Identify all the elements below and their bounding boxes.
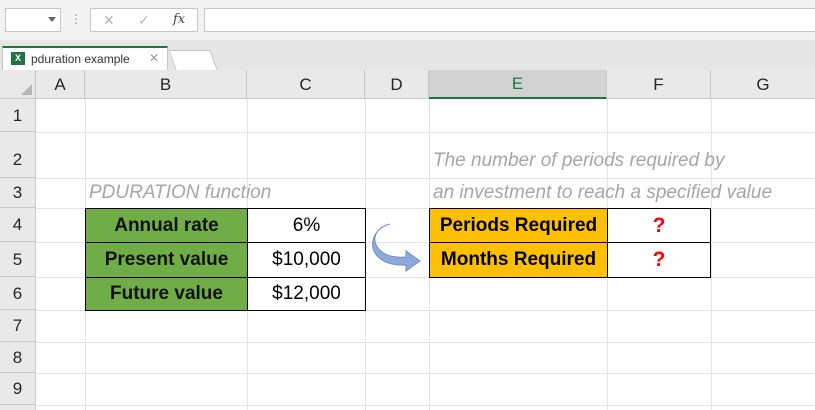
gridline [36,342,815,343]
output-label-cell[interactable]: Periods Required [429,208,608,243]
input-value-cell[interactable]: 6% [247,208,366,243]
question-mark: ? [652,248,666,271]
row-header-label: 3 [12,183,23,202]
input-value-cell[interactable]: $12,000 [247,277,366,311]
row-header-label: 5 [12,250,23,269]
row-header-label: 6 [12,284,23,303]
column-header-label: A [54,75,66,94]
input-label-cell[interactable]: Present value [85,242,248,278]
row-header-label: 7 [12,316,23,335]
formula-buttons: ✕ ✓ fx [90,8,198,32]
row-header-8[interactable]: 8 [0,342,36,373]
gridline [36,178,815,179]
more-options-icon[interactable]: ⋮ [70,11,82,27]
chevron-down-icon[interactable] [48,17,56,22]
select-all-corner[interactable] [0,70,36,99]
column-header-label: F [653,75,664,94]
column-header-f[interactable]: F [607,70,711,99]
select-all-triangle-icon [21,84,32,95]
description-line-1: The number of periods required by [433,150,725,171]
column-header-d[interactable]: D [365,70,429,99]
input-label-cell[interactable]: Future value [85,277,248,311]
cancel-icon[interactable]: ✕ [103,12,115,28]
spreadsheet-grid: A B C D E F G 1 2 3 4 5 6 7 8 9 PDURATIO… [0,70,815,410]
gridline [36,405,815,406]
column-header-label: G [756,75,770,94]
new-tab-button[interactable] [168,50,218,70]
row-header-4[interactable]: 4 [0,208,36,242]
row-header-7[interactable]: 7 [0,310,36,342]
column-header-label: E [511,74,524,93]
name-box[interactable] [5,8,61,32]
function-subtitle: PDURATION function [89,182,272,203]
column-header-label: C [299,75,312,94]
row-header-label: 1 [12,106,23,125]
row-header-10[interactable] [0,405,36,410]
gridline [36,373,815,374]
gridline [711,99,712,410]
row-header-label: 9 [12,379,23,398]
row-header-5[interactable]: 5 [0,242,36,277]
column-header-b[interactable]: B [85,70,247,99]
row-header-9[interactable]: 9 [0,373,36,405]
input-value-cell[interactable]: $10,000 [247,242,366,278]
row-header-6[interactable]: 6 [0,277,36,310]
excel-file-icon: X [11,52,25,65]
enter-icon[interactable]: ✓ [138,12,150,28]
row-header-1[interactable]: 1 [0,99,36,132]
workbook-tab-bar: X pduration example ✕ [0,40,815,70]
workbook-tab[interactable]: X pduration example ✕ [2,46,168,70]
column-header-label: B [159,75,172,94]
column-header-e[interactable]: E [429,70,607,99]
curved-arrow-icon [372,223,421,272]
row-header-label: 4 [12,215,23,234]
row-header-3[interactable]: 3 [0,178,36,208]
gridline [36,132,815,133]
description-line-2: an investment to reach a specified value [433,182,773,203]
input-label-cell[interactable]: Annual rate [85,208,248,243]
column-header-label: D [390,75,403,94]
row-header-2[interactable]: 2 [0,132,36,178]
output-value-cell[interactable]: ? [607,242,711,278]
row-header-label: 8 [12,348,23,367]
question-mark: ? [652,213,666,237]
formula-input[interactable] [204,8,815,32]
column-header-a[interactable]: A [36,70,85,99]
close-icon[interactable]: ✕ [149,50,159,66]
column-header-c[interactable]: C [247,70,365,99]
insert-function-icon[interactable]: fx [173,12,185,28]
workbook-tab-label: pduration example [31,52,130,66]
output-label-cell[interactable]: Months Required [429,242,608,278]
column-header-g[interactable]: G [711,70,815,99]
output-value-cell[interactable]: ? [607,208,711,243]
formula-bar: ⋮ ✕ ✓ fx [0,0,815,40]
row-header-label: 2 [12,150,23,169]
